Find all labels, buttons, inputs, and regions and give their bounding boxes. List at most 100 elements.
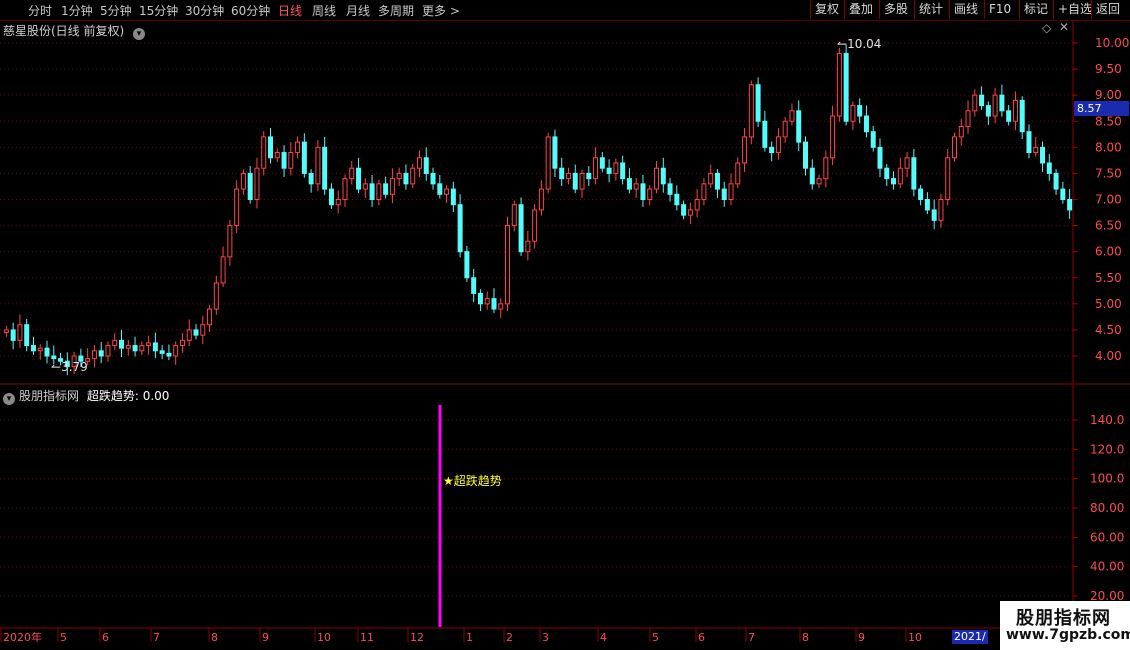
candle-body [301, 141, 307, 174]
candle-body [51, 355, 57, 360]
candle-body [322, 146, 328, 190]
candle-body [119, 339, 125, 349]
candle-body [1067, 199, 1073, 211]
time-tick-label: 6 [102, 631, 109, 644]
candle-body [660, 167, 666, 185]
candle-body [667, 183, 673, 195]
main-gridlines [0, 42, 1073, 357]
candle-body [91, 350, 97, 360]
candle-body [748, 84, 754, 138]
y-tick-label: 7.00 [1095, 193, 1122, 207]
indicator-y-tick-label: 120.0 [1090, 442, 1124, 456]
candle-body [559, 167, 565, 180]
low-annotation: ↼3.79 [51, 360, 88, 374]
chevron-down-icon[interactable]: ▾ [3, 393, 15, 405]
candle-body [3, 329, 9, 334]
candle-body [444, 188, 450, 195]
y-tick-label: 7.50 [1095, 166, 1122, 180]
candle-body [17, 324, 23, 341]
candle-body [620, 162, 626, 180]
candle-body [762, 120, 768, 148]
candle-body [403, 172, 409, 185]
candle-body [877, 146, 883, 169]
time-tick-label: 10 [908, 631, 922, 644]
candle-body [491, 298, 497, 310]
candle-body [234, 188, 240, 227]
candle-body [545, 136, 551, 190]
y-tick-label: 4.00 [1095, 349, 1122, 363]
candle-body [687, 209, 693, 216]
kline-chart[interactable]: 10.009.509.008.508.007.507.006.506.005.5… [0, 0, 1130, 650]
candle-body [166, 352, 172, 357]
candle-body [335, 199, 341, 206]
time-tick-label: 1 [466, 631, 473, 644]
chevron-down-icon[interactable]: ▾ [133, 28, 146, 40]
main-panel-title: 慈星股份(日线 前复权) ▾ [3, 22, 149, 40]
indicator-panel-title: ▾ 股朋指标网 超跌趋势: 0.00 [3, 387, 169, 405]
candle-body [796, 110, 802, 143]
candle-body [714, 172, 720, 190]
candle-body [342, 178, 348, 200]
candle-body [261, 136, 267, 169]
candle-body [159, 350, 165, 354]
candle-body [423, 157, 429, 174]
candle-body [376, 183, 382, 201]
candle-body [931, 209, 937, 221]
candle-body [24, 324, 30, 347]
y-tick-label: 6.50 [1095, 219, 1122, 233]
candle-body [389, 178, 395, 195]
candle-body [1012, 99, 1018, 122]
candle-body [227, 225, 233, 258]
indicator-y-tick-label: 40.00 [1090, 560, 1124, 574]
candle-body [369, 183, 375, 201]
candle-body [308, 172, 314, 185]
candle-body [897, 167, 903, 185]
candle-body [383, 183, 389, 195]
candle-body [728, 183, 734, 201]
candle-body [247, 172, 253, 201]
candle-body [809, 167, 815, 185]
candle-body [586, 172, 592, 180]
candle-body [606, 167, 612, 174]
signal-label: ★超跌趋势 [443, 474, 502, 488]
candle-body [268, 136, 273, 159]
time-tick-label: 3 [542, 631, 549, 644]
candle-body [505, 225, 511, 305]
candle-body [532, 209, 538, 242]
high-annotation: ↼10.04 [837, 37, 881, 51]
candle-body [416, 157, 422, 169]
candle-body [701, 183, 707, 201]
time-tick-label: 2020年 [3, 630, 42, 644]
current-price-tag: 8.57 [1074, 101, 1129, 116]
candle-body [565, 172, 571, 180]
candle-body [10, 329, 16, 341]
candle-body [173, 345, 179, 357]
candle-body [213, 282, 219, 310]
candle-body [884, 167, 890, 180]
candle-body [139, 345, 145, 352]
time-tick-label: 7 [153, 631, 160, 644]
candle-body [30, 345, 36, 352]
candle-body [281, 152, 287, 169]
diamond-icon[interactable]: ◇ [1042, 21, 1051, 35]
candle-body [1033, 146, 1039, 154]
candle-body [207, 308, 213, 326]
candle-body [1040, 146, 1046, 164]
close-icon[interactable]: ✕ [1059, 20, 1069, 34]
candle-body [782, 120, 788, 138]
candle-body [599, 157, 605, 169]
candle-body [152, 342, 158, 352]
indicator-y-tick-label: 100.0 [1090, 472, 1124, 486]
main-y-axis: 10.009.509.008.508.007.507.006.506.005.5… [1073, 36, 1129, 363]
candle-body [613, 162, 619, 174]
y-tick-label: 5.50 [1095, 271, 1122, 285]
candle-body [640, 183, 646, 201]
candle-body [112, 339, 118, 347]
candle-body [511, 204, 517, 227]
candle-body [410, 167, 416, 185]
y-tick-label: 8.00 [1095, 140, 1122, 154]
candle-body [985, 105, 991, 117]
candle-body [843, 52, 849, 122]
time-tick-label: 8 [802, 631, 809, 644]
candle-body [220, 256, 226, 284]
